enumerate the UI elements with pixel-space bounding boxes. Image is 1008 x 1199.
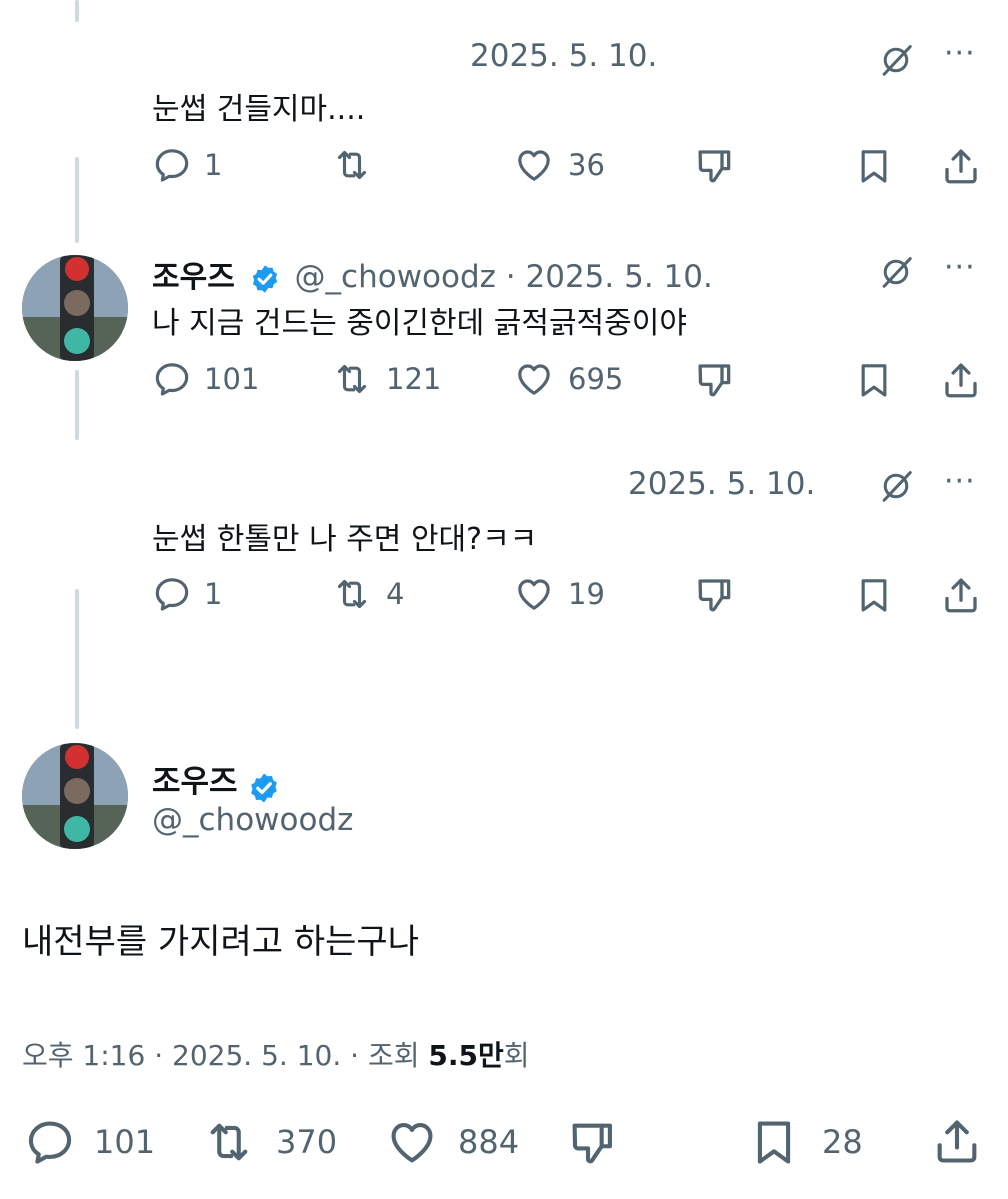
thread-line <box>75 589 79 729</box>
avatar[interactable] <box>22 255 128 361</box>
repost-button[interactable] <box>330 145 374 185</box>
thumbs-down-icon[interactable] <box>693 145 737 187</box>
reply-icon <box>152 359 192 399</box>
tweet-meta: 오후 1:16 · 2025. 5. 10. · 조회 5.5만회 <box>22 1034 530 1074</box>
tweet-time[interactable]: 오후 1:16 <box>22 1039 145 1072</box>
repost-count: 4 <box>386 577 405 611</box>
bookmark-count: 28 <box>822 1123 863 1161</box>
repost-button[interactable]: 4 <box>330 574 404 614</box>
like-count: 19 <box>568 577 605 611</box>
bookmark-icon <box>748 1116 800 1168</box>
bookmark-icon[interactable] <box>854 574 894 616</box>
reply-count: 1 <box>204 148 223 182</box>
author-handle[interactable]: @_chowoodz <box>295 259 496 295</box>
tweet-timestamp[interactable]: 2025. 5. 10. <box>526 259 713 295</box>
share-icon[interactable] <box>939 359 983 401</box>
repost-count: 370 <box>276 1123 338 1161</box>
heart-icon <box>512 145 556 185</box>
like-count: 36 <box>568 148 605 182</box>
thread-line <box>75 157 79 243</box>
reply-icon <box>152 574 192 614</box>
author-block: 조우즈 <box>152 756 281 805</box>
author-name[interactable]: 조우즈 <box>152 764 238 800</box>
repost-button[interactable]: 370 <box>200 1116 337 1168</box>
separator: · <box>350 1039 360 1072</box>
separator: · <box>505 259 516 295</box>
grok-icon[interactable] <box>876 466 916 506</box>
like-count: 884 <box>458 1123 520 1161</box>
grok-icon[interactable] <box>876 252 916 292</box>
tweet-date[interactable]: 2025. 5. 10. <box>172 1039 341 1072</box>
reply-icon <box>24 1116 76 1168</box>
share-icon[interactable] <box>939 145 983 187</box>
reply-button[interactable]: 1 <box>152 574 222 614</box>
bookmark-button[interactable]: 28 <box>748 1116 863 1168</box>
like-button[interactable]: 884 <box>384 1116 519 1168</box>
tweet-text: 눈썹 한톨만 나 주면 안대?ㅋㅋ <box>152 522 538 557</box>
reply-button[interactable]: 101 <box>24 1116 155 1168</box>
thumbs-down-icon[interactable] <box>566 1116 620 1170</box>
reply-count: 1 <box>204 577 223 611</box>
repost-icon <box>330 145 374 185</box>
repost-count: 121 <box>386 362 442 396</box>
reply-button[interactable]: 101 <box>152 359 259 399</box>
heart-icon <box>512 359 556 399</box>
author-handle[interactable]: @_chowoodz <box>152 802 353 838</box>
reply-button[interactable]: 1 <box>152 145 222 185</box>
tweet-text: 나 지금 건드는 중이긴한데 긁적긁적중이야 <box>152 306 687 341</box>
reply-icon <box>152 145 192 185</box>
author-name[interactable]: 조우즈 <box>152 260 235 295</box>
like-button[interactable]: 36 <box>512 145 605 185</box>
thread-line <box>75 0 79 22</box>
more-icon[interactable]: ··· <box>944 250 976 285</box>
grok-icon[interactable] <box>876 40 916 80</box>
views-count: 5.5만회 <box>428 1039 529 1072</box>
thumbs-down-icon[interactable] <box>693 574 737 616</box>
repost-button[interactable]: 121 <box>330 359 441 399</box>
reply-count: 101 <box>204 362 260 396</box>
avatar[interactable] <box>22 743 128 849</box>
views-label: 조회 <box>367 1039 420 1072</box>
views-suffix: 회 <box>503 1039 530 1072</box>
like-button[interactable]: 19 <box>512 574 605 614</box>
tweet-timestamp[interactable]: 2025. 5. 10. <box>470 38 657 74</box>
more-icon[interactable]: ··· <box>944 36 976 71</box>
repost-icon <box>330 359 374 399</box>
thread-line <box>75 370 79 440</box>
bookmark-icon[interactable] <box>854 145 894 187</box>
bookmark-icon[interactable] <box>854 359 894 401</box>
like-button[interactable]: 695 <box>512 359 623 399</box>
share-icon[interactable] <box>930 1114 984 1168</box>
repost-icon <box>330 574 374 614</box>
separator: · <box>154 1039 164 1072</box>
heart-icon <box>384 1116 440 1168</box>
views-number: 5.5만 <box>428 1039 504 1072</box>
thumbs-down-icon[interactable] <box>693 359 737 401</box>
share-icon[interactable] <box>939 574 983 616</box>
repost-icon <box>200 1116 258 1168</box>
tweet-timestamp[interactable]: 2025. 5. 10. <box>628 466 815 502</box>
like-count: 695 <box>568 362 624 396</box>
more-icon[interactable]: ··· <box>944 464 976 499</box>
verified-badge-icon <box>247 771 281 805</box>
verified-badge-icon <box>249 263 281 295</box>
tweet-text: 눈썹 건들지마.... <box>152 92 366 127</box>
reply-count: 101 <box>94 1123 156 1161</box>
heart-icon <box>512 574 556 614</box>
tweet-text: 내전부를 가지려고 하는구나 <box>22 922 419 962</box>
tweet-header: 조우즈 @_chowoodz · 2025. 5. 10. <box>152 252 713 296</box>
